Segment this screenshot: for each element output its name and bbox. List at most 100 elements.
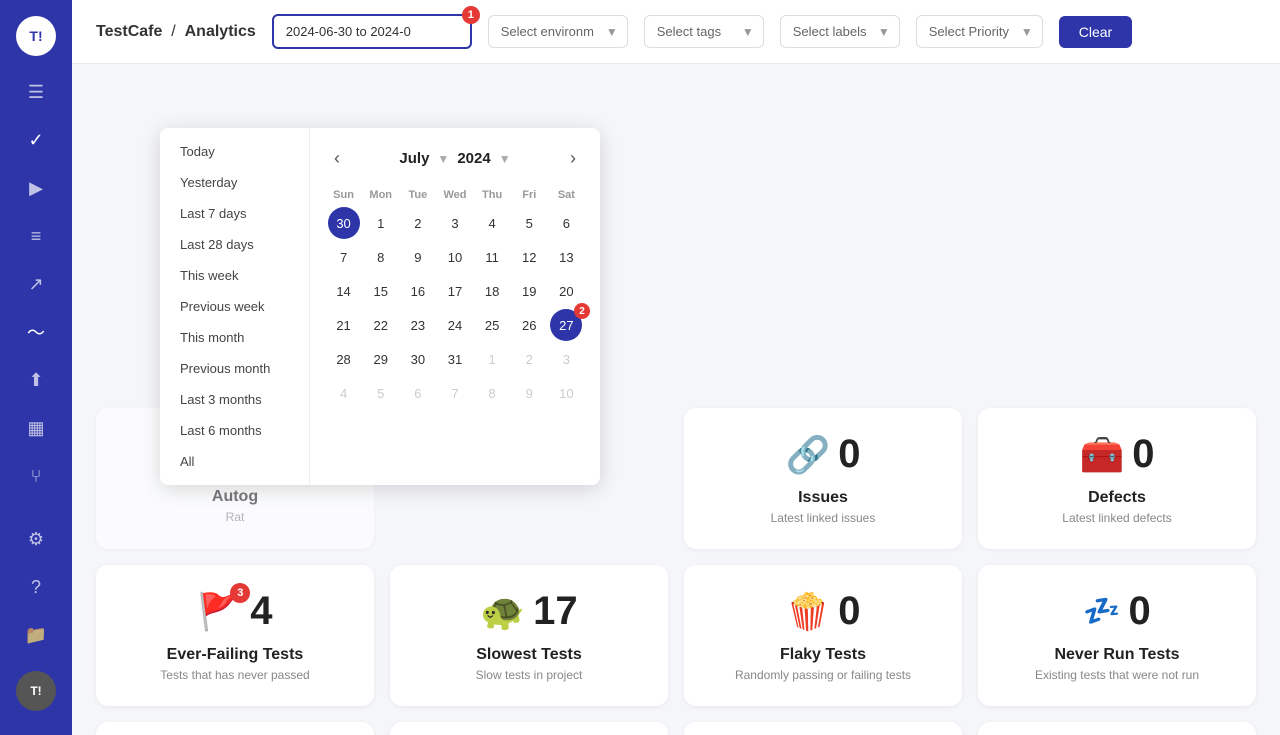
cal-day-21[interactable]: 21 (328, 309, 360, 341)
card-ever-failing[interactable]: 🚩 3 4 Ever-Failing Tests Tests that has … (96, 565, 374, 706)
cal-day-aug5[interactable]: 5 (365, 377, 397, 409)
preset-today[interactable]: Today (160, 136, 309, 167)
menu-icon[interactable]: ☰ (16, 72, 56, 112)
help-icon[interactable]: ? (16, 567, 56, 607)
cal-day-aug6[interactable]: 6 (402, 377, 434, 409)
cal-day-15[interactable]: 15 (365, 275, 397, 307)
preset-last6months[interactable]: Last 6 months (160, 415, 309, 446)
app-logo: T! (16, 16, 56, 56)
preset-prevweek[interactable]: Previous week (160, 291, 309, 322)
cal-day-20[interactable]: 20 (550, 275, 582, 307)
year-chevron-icon[interactable]: ▼ (499, 152, 511, 166)
export-icon[interactable]: ⬆ (16, 360, 56, 400)
cal-day-aug2[interactable]: 2 (513, 343, 545, 375)
preset-all[interactable]: All (160, 446, 309, 477)
cal-day-6[interactable]: 6 (550, 207, 582, 239)
preset-thismonth[interactable]: This month (160, 322, 309, 353)
cal-day-aug3[interactable]: 3 (550, 343, 582, 375)
cal-day-25[interactable]: 25 (476, 309, 508, 341)
cal-day-23[interactable]: 23 (402, 309, 434, 341)
month-chevron-icon[interactable]: ▼ (437, 152, 449, 166)
ever-failing-badge-wrap: 🚩 3 (197, 591, 242, 633)
check-icon[interactable]: ✓ (16, 120, 56, 160)
cal-day-22[interactable]: 22 (365, 309, 397, 341)
date-range-input[interactable] (272, 14, 472, 49)
preset-prevmonth[interactable]: Previous month (160, 353, 309, 384)
calendar-header: ‹ July ▼ 2024 ▼ › (326, 144, 584, 173)
settings-icon[interactable]: ⚙ (16, 519, 56, 559)
preset-last28[interactable]: Last 28 days (160, 229, 309, 260)
environment-select-wrap[interactable]: Select environm ▼ (488, 15, 628, 48)
bar-chart-icon[interactable]: ▦ (16, 408, 56, 448)
cal-day-aug7[interactable]: 7 (439, 377, 471, 409)
preset-yesterday[interactable]: Yesterday (160, 167, 309, 198)
tags-select[interactable]: Select tags (644, 15, 764, 48)
cal-day-13[interactable]: 13 (550, 241, 582, 273)
card-issues[interactable]: 🔗 0 Issues Latest linked issues (684, 408, 962, 549)
date-picker-dropdown[interactable]: Today Yesterday Last 7 days Last 28 days… (160, 128, 600, 485)
cal-day-4[interactable]: 4 (476, 207, 508, 239)
card-jira[interactable]: 0 Jira Traceability Matrix (978, 722, 1256, 735)
tags-select-wrap[interactable]: Select tags ▼ (644, 15, 764, 48)
cal-day-3[interactable]: 3 (439, 207, 471, 239)
priority-select-wrap[interactable]: Select Priority ▼ (916, 15, 1043, 48)
cal-day-31[interactable]: 31 (439, 343, 471, 375)
environment-select[interactable]: Select environm (488, 15, 628, 48)
list-icon[interactable]: ≡ (16, 216, 56, 256)
priority-select[interactable]: Select Priority (916, 15, 1043, 48)
labels-select-wrap[interactable]: Select labels ▼ (780, 15, 900, 48)
card-never-run[interactable]: 💤 0 Never Run Tests Existing tests that … (978, 565, 1256, 706)
cal-day-1[interactable]: 1 (365, 207, 397, 239)
cal-day-2[interactable]: 2 (402, 207, 434, 239)
cal-day-24[interactable]: 24 (439, 309, 471, 341)
preset-thisweek[interactable]: This week (160, 260, 309, 291)
card-tags[interactable]: 📝 12 Tags Statistics Test coverage by ta… (96, 722, 374, 735)
cal-day-8[interactable]: 8 (365, 241, 397, 273)
fork-icon[interactable]: ⑂ (16, 456, 56, 496)
preset-last7[interactable]: Last 7 days (160, 198, 309, 229)
analytics-icon[interactable]: 〜 (16, 312, 56, 352)
cal-day-28[interactable]: 28 (328, 343, 360, 375)
cal-day-aug1[interactable]: 1 (476, 343, 508, 375)
cal-day-aug8[interactable]: 8 (476, 377, 508, 409)
cal-day-aug4[interactable]: 4 (328, 377, 360, 409)
folder-icon[interactable]: 📁 (16, 615, 56, 655)
card-defects[interactable]: 🧰 0 Defects Latest linked defects (978, 408, 1256, 549)
card-flaky[interactable]: 🍿 0 Flaky Tests Randomly passing or fail… (684, 565, 962, 706)
cal-day-7[interactable]: 7 (328, 241, 360, 273)
card-slowest[interactable]: 🐢 17 Slowest Tests Slow tests in project (390, 565, 668, 706)
card-labels[interactable]: 🏷 0 Labels Test coverage by labels (390, 722, 668, 735)
cal-day-11[interactable]: 11 (476, 241, 508, 273)
card-defects-title: Defects (1088, 489, 1146, 507)
cal-day-26[interactable]: 26 (513, 309, 545, 341)
card-slowest-title: Slowest Tests (476, 646, 582, 664)
cal-day-30-june[interactable]: 30 (328, 207, 360, 239)
cal-day-18[interactable]: 18 (476, 275, 508, 307)
card-autog-title: Autog (212, 488, 258, 506)
preset-last3months[interactable]: Last 3 months (160, 384, 309, 415)
calendar-year-label: 2024 (457, 150, 490, 167)
card-environments[interactable]: 🌤 1 Environments Run Environments (684, 722, 962, 735)
cal-day-17[interactable]: 17 (439, 275, 471, 307)
cal-day-12[interactable]: 12 (513, 241, 545, 273)
day-header-sat: Sat (549, 185, 584, 205)
trending-icon[interactable]: ↗ (16, 264, 56, 304)
play-icon[interactable]: ▶ (16, 168, 56, 208)
cal-day-5[interactable]: 5 (513, 207, 545, 239)
never-run-icon: 💤 (1083, 594, 1120, 629)
clear-button[interactable]: Clear (1059, 16, 1132, 48)
cal-day-10[interactable]: 10 (439, 241, 471, 273)
cal-day-16[interactable]: 16 (402, 275, 434, 307)
cal-day-9[interactable]: 9 (402, 241, 434, 273)
cal-day-30[interactable]: 30 (402, 343, 434, 375)
cal-day-29[interactable]: 29 (365, 343, 397, 375)
cal-day-19[interactable]: 19 (513, 275, 545, 307)
labels-select[interactable]: Select labels (780, 15, 900, 48)
date-range-wrapper[interactable]: 1 (272, 14, 472, 49)
calendar-prev-button[interactable]: ‹ (326, 144, 348, 173)
calendar-next-button[interactable]: › (562, 144, 584, 173)
cal-day-aug10[interactable]: 10 (550, 377, 582, 409)
user-avatar[interactable]: T! (16, 671, 56, 711)
cal-day-14[interactable]: 14 (328, 275, 360, 307)
cal-day-aug9[interactable]: 9 (513, 377, 545, 409)
